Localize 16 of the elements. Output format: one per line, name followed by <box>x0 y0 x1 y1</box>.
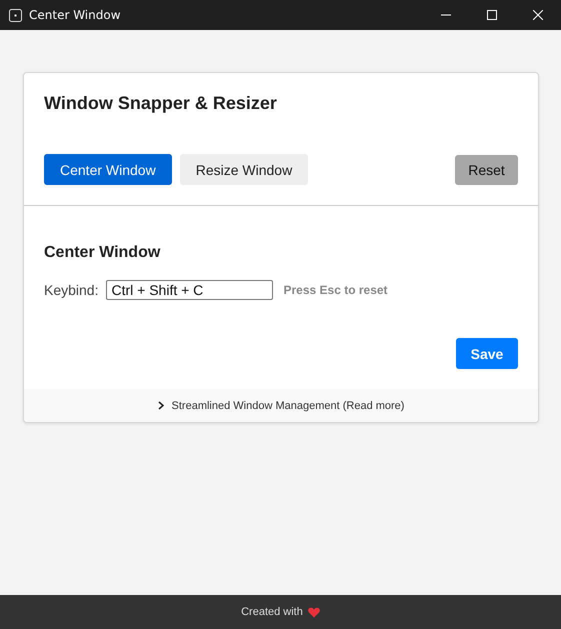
details-summary[interactable]: Streamlined Window Management (Read more) <box>172 400 404 412</box>
heart-icon <box>308 606 320 618</box>
maximize-icon[interactable] <box>487 10 497 20</box>
section-title: Center Window <box>44 244 162 262</box>
footer-text: Created with <box>241 606 303 618</box>
keybind-label: Keybind: <box>44 282 98 298</box>
reset-button[interactable]: Reset <box>455 154 518 184</box>
save-button[interactable]: Save <box>456 338 518 369</box>
tab[interactable]: Center Window <box>44 154 172 185</box>
app-icon <box>9 8 22 22</box>
close-icon[interactable] <box>533 10 543 20</box>
card-title: Window Snapper & Resizer <box>44 93 278 114</box>
keybind-field[interactable]: Ctrl + Shift + C <box>106 280 274 300</box>
tab[interactable]: Resize Window <box>180 154 308 185</box>
window-title: Center Window <box>29 8 121 22</box>
hint-text: Press Esc to reset <box>283 283 388 297</box>
